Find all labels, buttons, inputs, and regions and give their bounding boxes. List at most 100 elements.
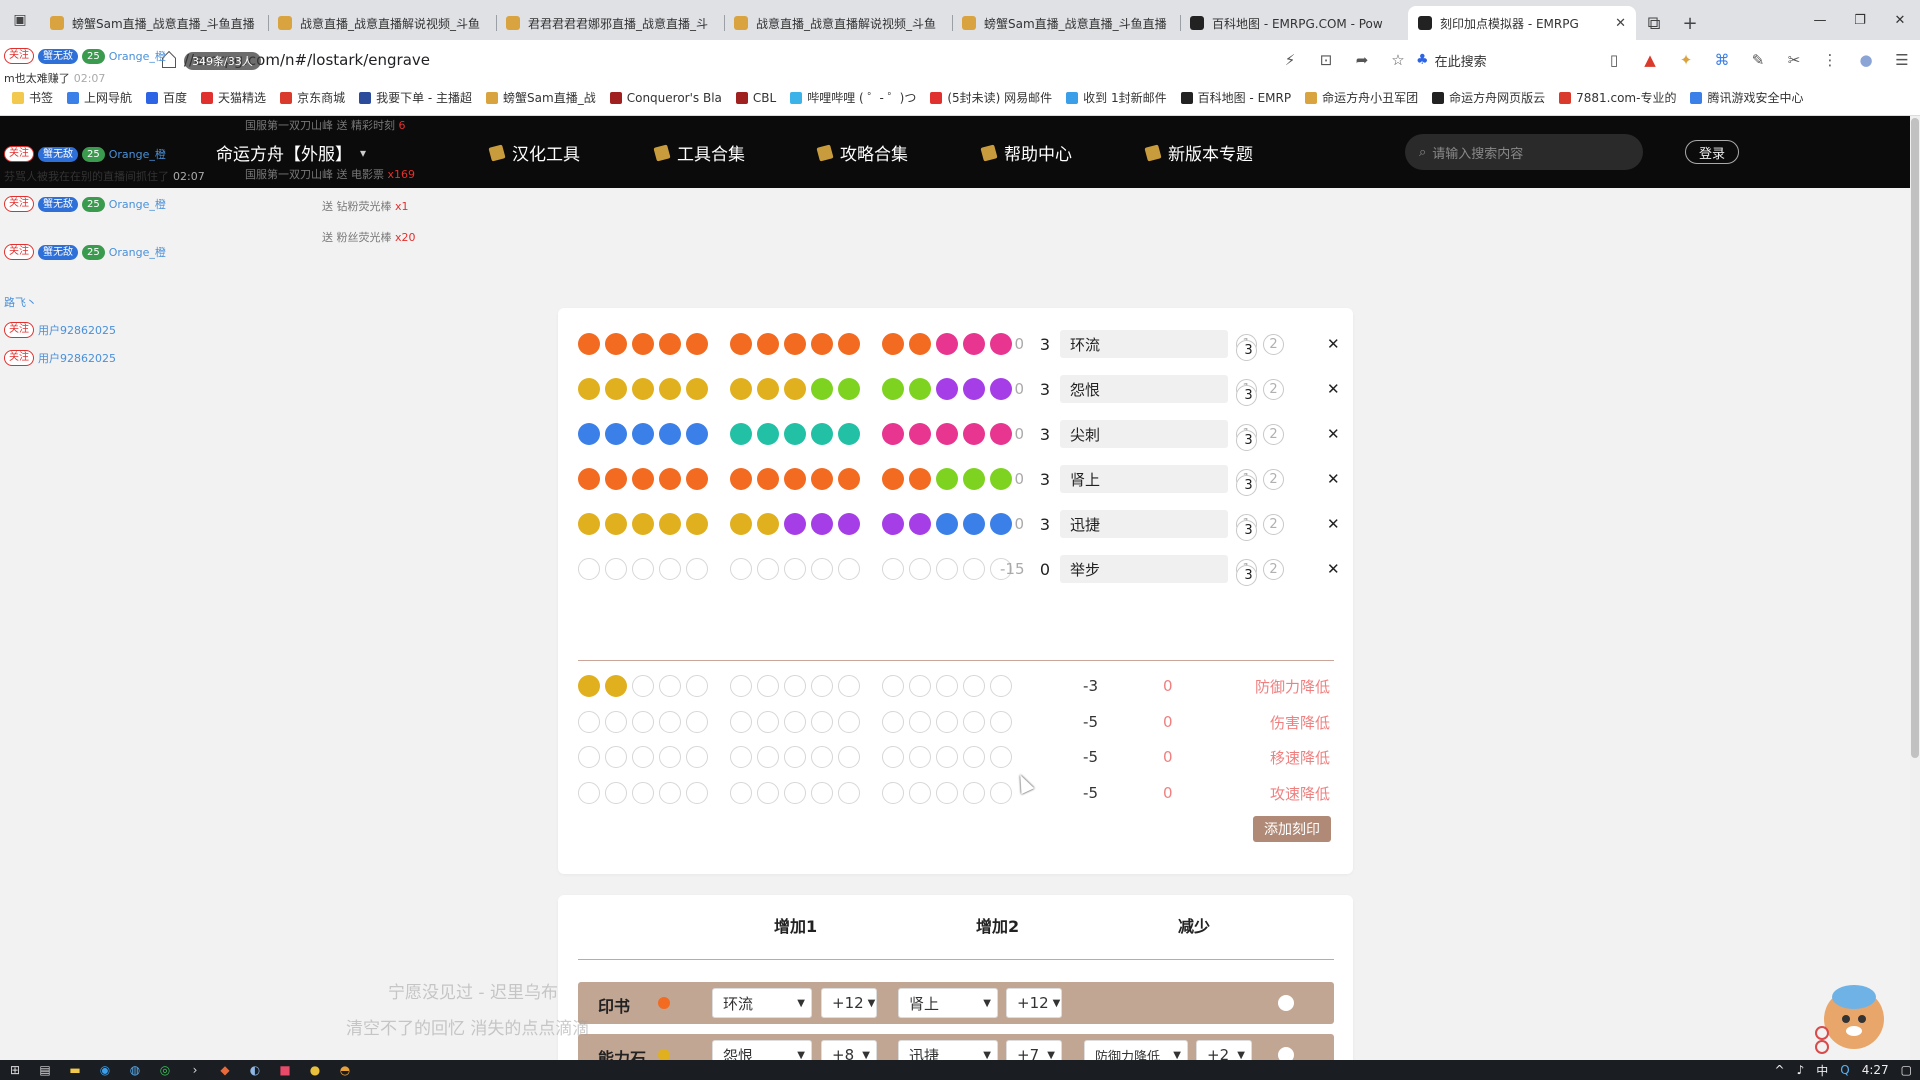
search-box[interactable]: ♣ 在此搜索 (1416, 51, 1596, 70)
share-icon[interactable]: ➦ (1344, 51, 1380, 69)
engraving-name-field[interactable]: 肾上 (1060, 465, 1228, 493)
value-select-2[interactable]: +12 ▼ (1006, 988, 1062, 1018)
chevron-up-icon[interactable]: ^ (1775, 1063, 1785, 1077)
chrome-icon[interactable]: ◓ (330, 1060, 360, 1080)
nav-item-guides[interactable]: 攻略合集 (816, 140, 908, 165)
bookmark-item[interactable]: (5封未读) 网易邮件 (930, 89, 1052, 106)
terminal-icon[interactable]: › (180, 1060, 210, 1080)
browser-tab[interactable]: 百科地图 - EMRPG.COM - Pow (1180, 6, 1408, 40)
game-icon[interactable]: ◆ (210, 1060, 240, 1080)
screenshot-icon[interactable]: ⊡ (1308, 51, 1344, 69)
nav-item-help[interactable]: 帮助中心 (980, 140, 1072, 165)
nav-item-new-version[interactable]: 新版本专题 (1144, 140, 1253, 165)
level-button-2[interactable]: 2 (1263, 378, 1284, 400)
bookmark-item[interactable]: 收到 1封新邮件 (1066, 89, 1167, 106)
translate-icon[interactable]: ⌘ (1704, 51, 1740, 69)
windows-start-icon[interactable]: ⊞ (0, 1060, 30, 1080)
qq-icon[interactable]: Q (1840, 1063, 1849, 1077)
scrollbar-thumb[interactable] (1911, 118, 1919, 758)
minimize-button[interactable]: — (1800, 0, 1840, 40)
browser-tab[interactable]: 螃蟹Sam直播_战意直播_斗鱼直播 (952, 6, 1180, 40)
app-icon[interactable]: ● (300, 1060, 330, 1080)
close-window-button[interactable]: ✕ (1880, 0, 1920, 40)
edge-icon[interactable]: ◉ (90, 1060, 120, 1080)
ime-indicator[interactable]: 中 (1816, 1062, 1828, 1079)
qq-browser-icon[interactable]: ◍ (120, 1060, 150, 1080)
level-button-2[interactable]: 2 (1263, 468, 1284, 490)
more-icon[interactable]: ⋮ (1812, 51, 1848, 69)
extension-icon[interactable]: ✦ (1668, 51, 1704, 69)
remove-icon[interactable]: ✕ (1327, 470, 1340, 488)
bookmark-item[interactable]: 命运方舟小丑军团 (1305, 89, 1418, 106)
remove-icon[interactable]: ✕ (1327, 335, 1340, 353)
level-button-2[interactable]: 2 (1263, 423, 1284, 445)
bookmark-item[interactable]: 书签 (12, 89, 53, 106)
level-button-3[interactable]: 3 (1236, 384, 1257, 406)
clock[interactable]: 4:27 (1862, 1063, 1889, 1077)
browser-tab[interactable]: 战意直播_战意直播解说视频_斗鱼 (268, 6, 496, 40)
remove-icon[interactable]: ✕ (1327, 425, 1340, 443)
bookmark-item[interactable]: 命运方舟网页版云 (1432, 89, 1545, 106)
nav-item-localization[interactable]: 汉化工具 (488, 140, 580, 165)
bookmark-item[interactable]: 腾讯游戏安全中心 (1690, 89, 1803, 106)
bookmark-item[interactable]: 哔哩哔哩 ( ゜- ゜)つ (790, 89, 916, 106)
bookmark-item[interactable]: 上网导航 (67, 89, 132, 106)
menu-icon[interactable]: ☰ (1884, 51, 1920, 69)
pdf-icon[interactable]: ▲ (1632, 51, 1668, 69)
value-select-1[interactable]: +12 ▼ (821, 988, 877, 1018)
toggle-button[interactable] (1278, 995, 1294, 1011)
close-tab-icon[interactable]: ✕ (1615, 16, 1626, 31)
site-search-input[interactable]: ⌕ 请输入搜索内容 (1405, 134, 1643, 170)
bookmark-item[interactable]: Conqueror's Bla (609, 91, 722, 105)
new-tab-button[interactable]: + (1672, 6, 1708, 40)
level-button-3[interactable]: 3 (1236, 429, 1257, 451)
file-explorer-icon[interactable]: ▬ (60, 1060, 90, 1080)
remove-icon[interactable]: ✕ (1327, 515, 1340, 533)
engraving-name-field[interactable]: 举步 (1060, 555, 1228, 583)
level-button-2[interactable]: 2 (1263, 558, 1284, 580)
window-menu-icon[interactable]: ▣ (0, 0, 40, 40)
bookmark-item[interactable]: 京东商城 (280, 89, 345, 106)
steam-icon[interactable]: ◐ (240, 1060, 270, 1080)
bookmark-item[interactable]: 百科地图 - EMRP (1180, 89, 1291, 106)
pen-icon[interactable]: ✎ (1740, 51, 1776, 69)
scissors-icon[interactable]: ✂ (1776, 51, 1812, 69)
tab-overview-icon[interactable]: ⧉ (1636, 6, 1672, 40)
phone-icon[interactable]: ▯ (1596, 51, 1632, 69)
notification-icon[interactable]: ▢ (1901, 1063, 1912, 1077)
remove-icon[interactable]: ✕ (1327, 380, 1340, 398)
login-button[interactable]: 登录 (1685, 140, 1739, 164)
mascot-image[interactable] (1810, 975, 1890, 1055)
level-button-2[interactable]: 2 (1263, 513, 1284, 535)
level-button-3[interactable]: 3 (1236, 474, 1257, 496)
lightning-icon[interactable]: ⚡ (1272, 51, 1308, 69)
browser-tab[interactable]: 螃蟹Sam直播_战意直播_斗鱼直播 (40, 6, 268, 40)
avatar-icon[interactable]: ● (1848, 51, 1884, 69)
add-engraving-button[interactable]: 添加刻印 (1253, 816, 1331, 842)
engraving-name-field[interactable]: 环流 (1060, 330, 1228, 358)
engraving-name-field[interactable]: 怨恨 (1060, 375, 1228, 403)
level-button-2[interactable]: 2 (1263, 333, 1284, 355)
bookmark-item[interactable]: 螃蟹Sam直播_战 (486, 89, 596, 106)
restore-button[interactable]: ❐ (1840, 0, 1880, 40)
level-button-3[interactable]: 3 (1236, 564, 1257, 586)
speaker-icon[interactable]: ♪ (1797, 1063, 1805, 1077)
bookmark-item[interactable]: CBL (735, 91, 776, 105)
engraving-name-field[interactable]: 尖刺 (1060, 420, 1228, 448)
browser-tab[interactable]: 战意直播_战意直播解说视频_斗鱼 (724, 6, 952, 40)
engraving-name-field[interactable]: 迅捷 (1060, 510, 1228, 538)
bookmark-item[interactable]: 我要下单 - 主播超 (359, 89, 472, 106)
bookmark-item[interactable]: 7881.com-专业的 (1559, 89, 1676, 106)
browser-tab[interactable]: 君君君君君娜邪直播_战意直播_斗 (496, 6, 724, 40)
engraving-select-2[interactable]: 肾上 ▼ (898, 988, 998, 1018)
nav-item-tools[interactable]: 工具合集 (653, 140, 745, 165)
app-icon[interactable]: ■ (270, 1060, 300, 1080)
star-icon[interactable]: ☆ (1380, 51, 1416, 69)
wechat-icon[interactable]: ◎ (150, 1060, 180, 1080)
task-view-icon[interactable]: ▤ (30, 1060, 60, 1080)
level-button-3[interactable]: 3 (1236, 339, 1257, 361)
bookmark-item[interactable]: 百度 (146, 89, 187, 106)
engraving-select-1[interactable]: 环流 ▼ (712, 988, 812, 1018)
browser-tab[interactable]: 刻印加点模拟器 - EMRPG ✕ (1408, 6, 1636, 40)
remove-icon[interactable]: ✕ (1327, 560, 1340, 578)
